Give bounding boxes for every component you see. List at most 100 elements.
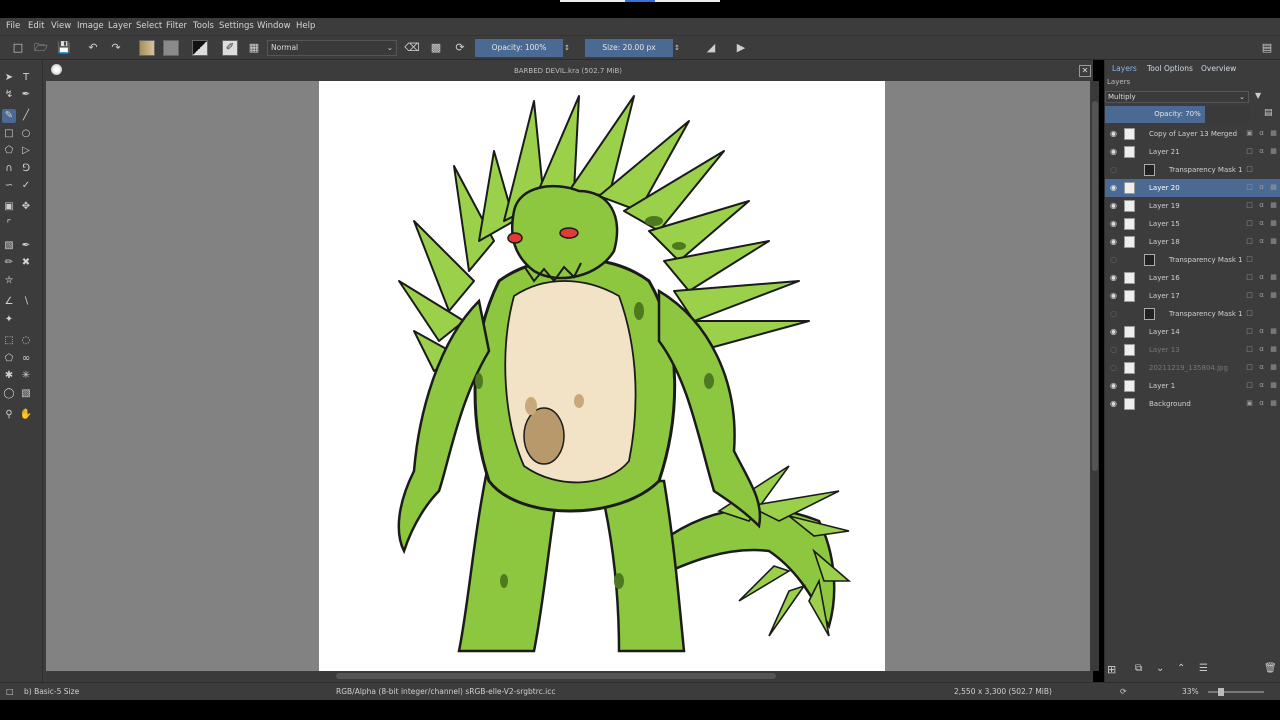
brush-preset-status-icon[interactable]: □: [6, 683, 14, 700]
lock-icon[interactable]: □: [1245, 165, 1254, 174]
multibrush-icon[interactable]: ✓: [19, 179, 33, 193]
menu-window[interactable]: Window: [257, 18, 291, 35]
preserve-alpha-icon[interactable]: ▩: [428, 40, 444, 56]
magnetic-select-icon[interactable]: ▧: [19, 387, 33, 401]
reload-preset-icon[interactable]: ⟳: [452, 40, 468, 56]
alpha-icon[interactable]: α: [1257, 345, 1266, 354]
alpha-icon[interactable]: α: [1257, 237, 1266, 246]
visibility-eye-icon[interactable]: ○: [1110, 255, 1120, 265]
polygon-select-icon[interactable]: ⬠: [2, 352, 16, 366]
rectangle-tool-icon[interactable]: □: [2, 127, 16, 141]
mirror-horizontal-icon[interactable]: ◢: [703, 40, 719, 56]
layer-row[interactable]: ○ Layer 13 □ α ▦: [1105, 341, 1280, 359]
bezier-tool-icon[interactable]: ∩: [2, 162, 16, 176]
inherit-alpha-icon[interactable]: ▦: [1269, 363, 1278, 372]
layer-row[interactable]: ◉ Layer 14 □ α ▦: [1105, 323, 1280, 341]
mirror-vertical-icon[interactable]: ▶: [733, 40, 749, 56]
calligraphy-icon[interactable]: ✒: [19, 88, 33, 102]
lock-icon[interactable]: □: [1245, 291, 1254, 300]
pan-tool-icon[interactable]: ✋: [19, 408, 33, 422]
inherit-alpha-icon[interactable]: ▦: [1269, 345, 1278, 354]
lock-icon[interactable]: □: [1245, 201, 1254, 210]
rotate-canvas-icon[interactable]: ⟳: [1120, 683, 1127, 700]
move-layer-down-icon[interactable]: ⌄: [1156, 663, 1164, 674]
transform-tool-icon[interactable]: ▣: [2, 200, 16, 214]
lock-icon[interactable]: □: [1245, 147, 1254, 156]
layer-row[interactable]: ◉ Layer 15 □ α ▦: [1105, 215, 1280, 233]
inherit-alpha-icon[interactable]: ▦: [1269, 219, 1278, 228]
select-shapes-icon[interactable]: ➤: [2, 71, 16, 85]
inherit-alpha-icon[interactable]: ▦: [1269, 129, 1278, 138]
save-icon[interactable]: 💾: [56, 40, 72, 56]
ellipse-tool-icon[interactable]: ○: [19, 127, 33, 141]
visibility-eye-icon[interactable]: ◉: [1110, 201, 1120, 211]
similar-select-icon[interactable]: ✳: [19, 369, 33, 383]
brush-presets-grid-icon[interactable]: ▦: [246, 40, 262, 56]
size-slider[interactable]: Size: 20.00 px: [585, 39, 673, 57]
menu-help[interactable]: Help: [296, 18, 315, 35]
alpha-icon[interactable]: α: [1257, 363, 1266, 372]
gradient-swatch[interactable]: [139, 40, 155, 56]
alpha-icon[interactable]: α: [1257, 183, 1266, 192]
layer-row[interactable]: ○ Transparency Mask 1 □: [1105, 251, 1280, 269]
visibility-eye-icon[interactable]: ◉: [1110, 237, 1120, 247]
crop-tool-icon[interactable]: ⌜: [2, 218, 16, 232]
gradient-tool-icon[interactable]: ▧: [2, 239, 16, 253]
polyline-tool-icon[interactable]: ▷: [19, 144, 33, 158]
undo-icon[interactable]: ↶: [85, 40, 101, 56]
layer-row[interactable]: ◉ Layer 21 □ α ▦: [1105, 143, 1280, 161]
contiguous-select-icon[interactable]: ✱: [2, 369, 16, 383]
layer-row[interactable]: ◉ Background ▣ α ▦: [1105, 395, 1280, 413]
visibility-eye-icon[interactable]: ○: [1110, 165, 1120, 175]
visibility-eye-icon[interactable]: ◉: [1110, 399, 1120, 409]
visibility-eye-icon[interactable]: ◉: [1110, 273, 1120, 283]
opacity-slider[interactable]: Opacity: 100%: [475, 39, 563, 57]
zoom-slider[interactable]: [1208, 688, 1264, 696]
layer-row[interactable]: ◉ Layer 16 □ α ▦: [1105, 269, 1280, 287]
lock-icon[interactable]: □: [1245, 309, 1254, 318]
inherit-alpha-icon[interactable]: ▦: [1269, 327, 1278, 336]
color-picker-icon[interactable]: ✒: [19, 239, 33, 253]
blend-mode-select[interactable]: Normal ⌄: [267, 40, 397, 56]
visibility-eye-icon[interactable]: ◉: [1110, 147, 1120, 157]
lock-icon[interactable]: □: [1245, 381, 1254, 390]
alpha-icon[interactable]: α: [1257, 201, 1266, 210]
alpha-icon[interactable]: α: [1257, 291, 1266, 300]
visibility-eye-icon[interactable]: ◉: [1110, 291, 1120, 301]
filter-icon[interactable]: ▼: [1255, 91, 1261, 100]
alpha-icon[interactable]: α: [1257, 219, 1266, 228]
visibility-eye-icon[interactable]: ◉: [1110, 183, 1120, 193]
move-tool-icon[interactable]: ✥: [19, 200, 33, 214]
menu-view[interactable]: View: [51, 18, 71, 35]
toolbar-menu-icon[interactable]: ▤: [1259, 40, 1275, 56]
lock-icon[interactable]: □: [1245, 183, 1254, 192]
freehand-path-icon[interactable]: ⅁: [19, 162, 33, 176]
inherit-alpha-icon[interactable]: ▦: [1269, 201, 1278, 210]
layer-row[interactable]: ○ Transparency Mask 1 □: [1105, 305, 1280, 323]
visibility-eye-icon[interactable]: ○: [1110, 363, 1120, 373]
vertical-scroll-thumb[interactable]: [1092, 101, 1098, 471]
visibility-eye-icon[interactable]: ○: [1110, 345, 1120, 355]
alpha-icon[interactable]: α: [1257, 273, 1266, 282]
inherit-alpha-icon[interactable]: ▦: [1269, 399, 1278, 408]
fg-bg-color-icon[interactable]: [192, 40, 208, 56]
bezier-select-icon[interactable]: ◯: [2, 387, 16, 401]
horizontal-scrollbar[interactable]: [46, 672, 1090, 680]
menu-settings[interactable]: Settings: [219, 18, 254, 35]
freehand-brush-icon[interactable]: ✎: [2, 109, 16, 123]
tab-tool-options[interactable]: Tool Options: [1147, 62, 1193, 76]
canvas-paper[interactable]: [319, 81, 885, 671]
line-tool-icon[interactable]: ╱: [19, 109, 33, 123]
lock-icon[interactable]: □: [1245, 219, 1254, 228]
inherit-alpha-icon[interactable]: ▦: [1269, 291, 1278, 300]
visibility-eye-icon[interactable]: ◉: [1110, 381, 1120, 391]
reference-tool-icon[interactable]: ✦: [2, 313, 16, 327]
redo-icon[interactable]: ↷: [108, 40, 124, 56]
eraser-mode-icon[interactable]: ⌫: [404, 40, 420, 56]
alpha-icon[interactable]: α: [1257, 399, 1266, 408]
layer-opacity-track[interactable]: Opacity: 70%: [1105, 106, 1250, 123]
layer-row[interactable]: ◉ Copy of Layer 13 Merged ▣ α ▦: [1105, 125, 1280, 143]
measure-tool-icon[interactable]: ∠: [2, 295, 16, 309]
menu-filter[interactable]: Filter: [166, 18, 187, 35]
alpha-icon[interactable]: α: [1257, 129, 1266, 138]
